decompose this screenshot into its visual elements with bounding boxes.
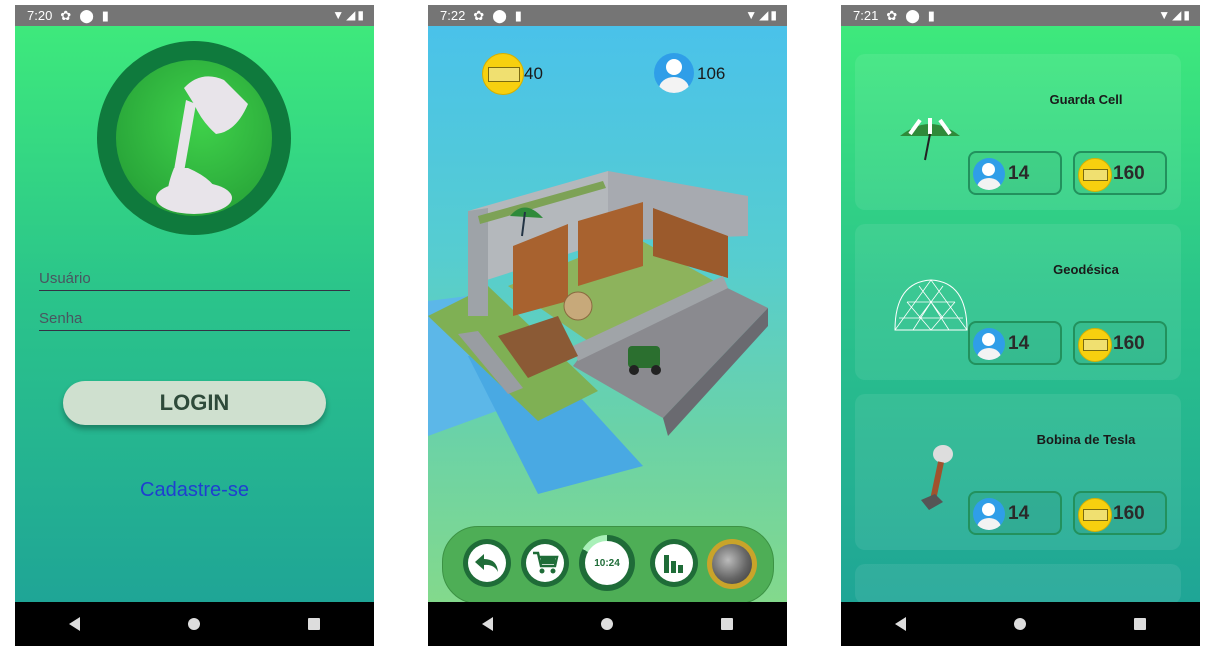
cart-icon [533,551,559,574]
shield-status-icon: ⬤ [79,7,94,23]
user-avatar-icon [654,53,694,93]
item-name: Geodésica [1053,262,1119,277]
status-bar: 7:22 ✿ ⬤ ▮ ▼◢▮ [428,5,787,26]
android-nav-bar [15,602,374,646]
signal-battery-icon: ▼◢▮ [1158,8,1192,22]
price-value: 160 [1113,503,1145,524]
home-nav-icon[interactable] [601,618,613,630]
status-bar: 7:20 ✿ ⬤ ▮ ▼◢▮ [15,5,374,26]
players-value: 14 [1008,503,1030,524]
status-time: 7:20 [27,8,53,23]
username-field[interactable]: Usuário [39,270,350,291]
price-pill[interactable]: 160 [1073,151,1167,195]
recents-nav-icon[interactable] [1134,618,1146,630]
sd-card-status-icon: ▮ [927,7,935,23]
round-timer: 10:24 [579,535,635,591]
players-value: 14 [1008,163,1030,184]
signal-battery-icon: ▼◢▮ [745,8,779,22]
game-toolbar: 10:24 [442,526,774,602]
shop-screen: 7:21 ✿ ⬤ ▮ ▼◢▮ Guarda Cell 14 160 Geodés… [841,5,1200,646]
coin-count: 40 [524,64,543,83]
coin-icon [1078,498,1112,532]
recents-nav-icon[interactable] [308,618,320,630]
stats-button[interactable] [650,539,698,587]
back-nav-icon[interactable] [69,617,80,631]
price-pill[interactable]: 160 [1073,321,1167,365]
sd-card-status-icon: ▮ [101,7,109,23]
game-scene[interactable] [428,126,787,566]
login-screen: 7:20 ✿ ⬤ ▮ ▼◢▮ Usuário Senha LOGIN Cadas… [15,5,374,646]
game-screen: 7:22 ✿ ⬤ ▮ ▼◢▮ 40 106 10:24 [428,5,787,646]
recents-nav-icon[interactable] [721,618,733,630]
back-nav-icon[interactable] [482,617,493,631]
status-time: 7:22 [440,8,466,23]
players-pill: 14 [968,151,1062,195]
umbrella-icon [900,118,960,161]
timer-label: 10:24 [585,541,629,585]
android-nav-bar [428,602,787,646]
user-avatar-icon [973,328,1005,360]
app-logo [97,41,291,235]
item-name: Guarda Cell [1049,92,1123,107]
coin-icon [1078,328,1112,362]
status-time: 7:21 [853,8,879,23]
player-count: 106 [697,64,726,83]
home-nav-icon[interactable] [1014,618,1026,630]
coin-icon [1078,158,1112,192]
signal-battery-icon: ▼◢▮ [332,8,366,22]
shop-button[interactable] [521,539,569,587]
back-nav-icon[interactable] [895,617,906,631]
price-value: 160 [1113,333,1145,354]
shield-status-icon: ⬤ [905,7,920,23]
sd-card-status-icon: ▮ [514,7,522,23]
price-pill[interactable]: 160 [1073,491,1167,535]
shop-item-card-partial[interactable] [855,564,1181,602]
shop-item-card[interactable]: Bobina de Tesla 14 160 [855,394,1181,550]
players-pill: 14 [968,491,1062,535]
settings-status-icon: ✿ [60,7,72,23]
coin-icon [482,53,524,95]
signup-link[interactable]: Cadastre-se [15,479,374,502]
undo-arrow-icon [475,554,498,572]
user-avatar-icon [973,158,1005,190]
profile-photo-button[interactable] [707,539,757,589]
settings-status-icon: ✿ [886,7,898,23]
geodesic-dome-icon [894,279,968,331]
shield-status-icon: ⬤ [492,7,507,23]
tesla-coil-icon [921,445,953,510]
item-name: Bobina de Tesla [1036,432,1136,447]
bar-chart-icon [664,555,683,573]
back-button[interactable] [463,539,511,587]
login-button[interactable]: LOGIN [63,381,326,425]
settings-status-icon: ✿ [473,7,485,23]
status-bar: 7:21 ✿ ⬤ ▮ ▼◢▮ [841,5,1200,26]
desk-lamp-icon [156,76,248,214]
price-value: 160 [1113,163,1145,184]
players-value: 14 [1008,333,1030,354]
shop-item-card[interactable]: Geodésica 14 160 [855,224,1181,380]
user-avatar-icon [973,498,1005,530]
players-pill: 14 [968,321,1062,365]
home-nav-icon[interactable] [188,618,200,630]
shop-item-card[interactable]: Guarda Cell 14 160 [855,54,1181,210]
profile-photo [712,544,752,584]
password-field[interactable]: Senha [39,310,350,331]
android-nav-bar [841,602,1200,646]
